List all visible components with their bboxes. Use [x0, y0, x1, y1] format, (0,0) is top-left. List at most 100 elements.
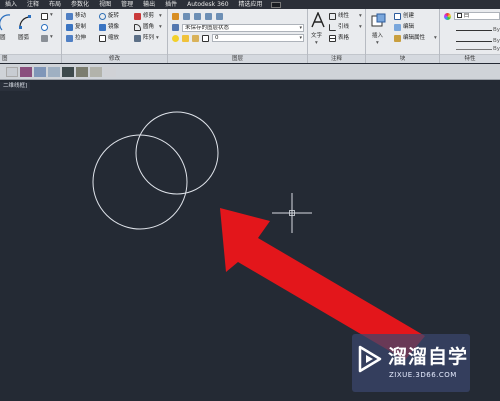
scale-icon — [99, 35, 106, 42]
move-button[interactable]: 移动 — [75, 13, 86, 20]
layer-state-dropdown[interactable]: 未保存的图层状态 ▾ — [182, 24, 304, 32]
tab-layout[interactable]: 布局 — [44, 0, 66, 9]
edit-block-icon — [394, 24, 401, 31]
insert-dropdown-arrow[interactable]: ▾ — [376, 40, 379, 47]
array-icon — [134, 35, 141, 42]
color-dropdown[interactable]: 白 — [454, 12, 500, 20]
gradient-tool-icon[interactable] — [41, 35, 48, 42]
dimension-dropdown-arrow[interactable]: ▾ — [359, 13, 362, 20]
linear-dimension-icon — [329, 13, 336, 20]
tab-output[interactable]: 输出 — [138, 0, 160, 9]
rotate-button[interactable]: 旋转 — [108, 13, 119, 20]
fillet-button[interactable]: 圆角 — [143, 24, 154, 31]
linetype-line-preview — [456, 30, 492, 31]
text-tool-label[interactable]: 文字 — [311, 33, 322, 40]
draw-panel-title: 图 — [0, 54, 61, 63]
copy-icon — [66, 24, 73, 31]
hatch-tool-icon[interactable] — [41, 24, 48, 31]
tab-parametric[interactable]: 参数化 — [66, 0, 94, 9]
file-tab-thumbnail[interactable] — [48, 67, 60, 77]
lock-icon[interactable] — [192, 35, 199, 42]
rotate-icon — [99, 13, 106, 20]
file-tab-thumbnail[interactable] — [20, 67, 32, 77]
match-properties-icon[interactable] — [444, 13, 451, 20]
edit-block-button[interactable]: 编辑 — [403, 24, 414, 31]
file-tab-thumbnail[interactable] — [104, 67, 116, 77]
color-value: 白 — [463, 13, 470, 19]
layer-tool-icon-4[interactable] — [216, 13, 223, 20]
layer-tool-icon-1[interactable] — [183, 13, 190, 20]
ribbon: 圆 圆弧 ▾ ▾ 图 移动 旋转 修剪 ▾ 复制 镜像 圆角 ▾ 拉伸 缩放 阵… — [0, 9, 500, 63]
text-dropdown-arrow[interactable]: ▾ — [315, 40, 318, 47]
rectangle-dropdown-arrow[interactable]: ▾ — [50, 12, 53, 19]
scale-button[interactable]: 缩放 — [108, 35, 119, 42]
create-block-icon — [394, 13, 401, 20]
tab-view[interactable]: 视图 — [94, 0, 116, 9]
layer-properties-icon[interactable] — [172, 13, 179, 20]
transparency-line-preview — [456, 49, 492, 50]
file-tab-thumbnail[interactable] — [34, 67, 46, 77]
copy-button[interactable]: 复制 — [75, 24, 86, 31]
viewport-controls-label[interactable]: 二维线框] — [0, 82, 31, 91]
array-button[interactable]: 阵列 — [143, 35, 154, 42]
trim-button[interactable]: 修剪 — [143, 13, 154, 20]
leader-dropdown-arrow[interactable]: ▾ — [359, 24, 362, 31]
layer-tool-icon-3[interactable] — [205, 13, 212, 20]
arc-tool-label: 圆弧 — [18, 35, 30, 41]
gradient-dropdown-arrow[interactable]: ▾ — [50, 34, 53, 41]
edit-attributes-dropdown-arrow[interactable]: ▾ — [434, 35, 437, 42]
stretch-button[interactable]: 拉伸 — [75, 35, 86, 42]
chevron-down-icon: ▾ — [299, 35, 302, 41]
move-icon — [66, 13, 73, 20]
file-tab-thumbnail[interactable] — [76, 67, 88, 77]
lightbulb-icon[interactable] — [172, 35, 179, 42]
circle-tool-icon[interactable] — [0, 13, 12, 31]
file-tab-thumbnail[interactable] — [6, 67, 18, 77]
tab-plugins[interactable]: 插件 — [160, 0, 182, 9]
text-tool-icon[interactable] — [311, 12, 325, 28]
table-icon — [329, 35, 336, 42]
current-layer-value: 0 — [215, 35, 219, 41]
sun-icon[interactable] — [182, 35, 189, 42]
edit-attributes-button[interactable]: 编辑属性 — [403, 35, 425, 42]
chevron-down-icon: ▾ — [299, 25, 302, 31]
tab-manage[interactable]: 管理 — [116, 0, 138, 9]
array-dropdown-arrow[interactable]: ▾ — [156, 35, 159, 42]
tab-featured-apps[interactable]: 精选应用 — [234, 0, 268, 9]
mirror-button[interactable]: 镜像 — [108, 24, 119, 31]
fillet-dropdown-arrow[interactable]: ▾ — [159, 24, 162, 31]
tab-annotate[interactable]: 注释 — [22, 0, 44, 9]
watermark-text: 溜溜自学 — [388, 346, 469, 368]
rectangle-tool-icon[interactable] — [41, 13, 48, 20]
current-layer-dropdown[interactable]: 0 ▾ — [212, 34, 304, 42]
large-circle[interactable] — [92, 134, 188, 230]
table-button[interactable]: 表格 — [338, 35, 349, 42]
leader-button[interactable]: 引线 — [338, 24, 349, 31]
minimize-ribbon-button[interactable] — [270, 1, 281, 8]
layer-color-icon[interactable] — [202, 35, 209, 42]
trim-dropdown-arrow[interactable]: ▾ — [159, 13, 162, 20]
transparency-value[interactable]: By — [493, 46, 500, 53]
annotation-panel-title: 注释 — [308, 54, 365, 63]
lineweight-value[interactable]: By — [493, 38, 500, 45]
file-tabs-strip — [0, 64, 500, 80]
fillet-icon — [134, 24, 141, 31]
file-tab-thumbnail[interactable] — [62, 67, 74, 77]
properties-panel: 白 By By By 特性 — [440, 9, 500, 63]
insert-block-icon[interactable] — [371, 13, 387, 29]
linear-dimension-button[interactable]: 线性 — [338, 13, 349, 20]
linetype-value[interactable]: By — [493, 27, 500, 34]
layer-tool-icon-2[interactable] — [194, 13, 201, 20]
insert-block-label[interactable]: 插入 — [372, 33, 383, 40]
watermark: 溜溜自学 ZIXUE.3D66.COM — [352, 334, 470, 392]
ribbon-tab-bar: 插入 注释 布局 参数化 视图 管理 输出 插件 Autodesk 360 精选… — [0, 0, 500, 9]
tab-autodesk-360[interactable]: Autodesk 360 — [182, 0, 233, 9]
edit-attributes-icon — [394, 35, 401, 42]
create-block-button[interactable]: 创建 — [403, 13, 414, 20]
tab-insert[interactable]: 插入 — [0, 0, 22, 9]
arc-tool-icon[interactable] — [18, 14, 32, 30]
block-panel-title: 块 — [366, 54, 439, 63]
modify-panel: 移动 旋转 修剪 ▾ 复制 镜像 圆角 ▾ 拉伸 缩放 阵列 ▾ 修改 — [62, 9, 168, 63]
watermark-url: ZIXUE.3D66.COM — [389, 371, 457, 379]
file-tab-thumbnail[interactable] — [90, 67, 102, 77]
